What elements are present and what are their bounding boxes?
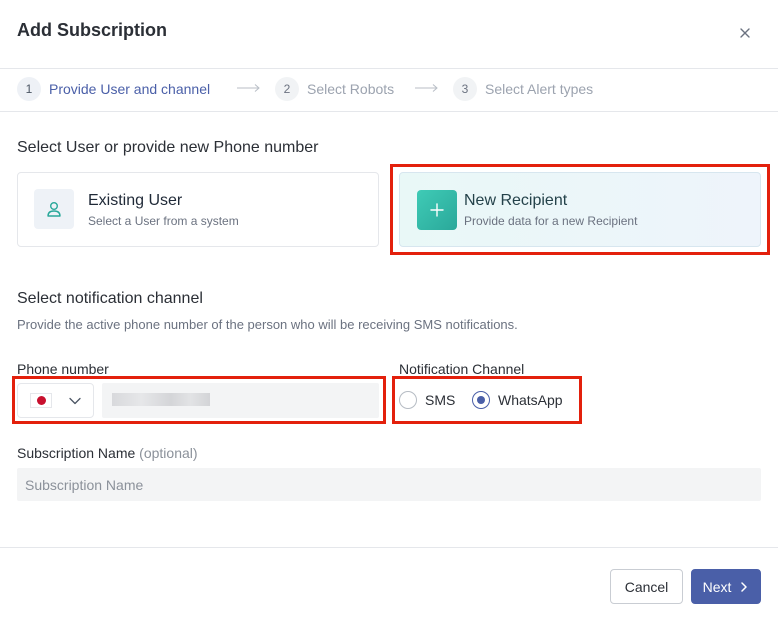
country-select[interactable] xyxy=(17,383,94,418)
step-1[interactable]: 1 Provide User and channel xyxy=(17,76,210,102)
optional-tag: (optional) xyxy=(139,445,198,461)
arrow-right-icon xyxy=(415,84,438,92)
existing-user-title: Existing User xyxy=(88,192,183,209)
existing-user-card[interactable]: Existing User Select a User from a syste… xyxy=(17,172,379,247)
stepper: 1 Provide User and channel 2 Select Robo… xyxy=(0,68,778,112)
notification-channel-label: Notification Channel xyxy=(399,361,525,377)
user-icon xyxy=(34,189,74,229)
arrow-right-icon xyxy=(237,84,260,92)
chevron-right-icon xyxy=(741,581,748,592)
channel-description: Provide the active phone number of the p… xyxy=(17,317,518,332)
next-button-label: Next xyxy=(702,578,732,595)
subscription-name-label: Subscription Name (optional) xyxy=(17,445,198,461)
channel-section-title: Select notification channel xyxy=(17,290,203,307)
radio-whatsapp[interactable]: WhatsApp xyxy=(472,391,563,409)
step-2[interactable]: 2 Select Robots xyxy=(275,76,394,102)
chevron-down-icon xyxy=(69,397,81,404)
plus-icon xyxy=(417,190,457,230)
step-label: Provide User and channel xyxy=(49,81,211,97)
new-recipient-title: New Recipient xyxy=(464,192,568,209)
dialog-title: Add Subscription xyxy=(17,20,167,40)
step-number: 1 xyxy=(17,77,41,101)
step-label: Select Alert types xyxy=(485,81,594,97)
phone-label: Phone number xyxy=(17,361,109,377)
subscription-name-label-text: Subscription Name xyxy=(17,445,136,461)
recipient-section-title: Select User or provide new Phone number xyxy=(17,139,319,156)
japan-flag-icon xyxy=(30,393,52,408)
redacted-phone-number xyxy=(112,393,210,406)
cancel-button-label: Cancel xyxy=(624,578,669,595)
radio-label-sms: SMS xyxy=(425,392,456,408)
step-number: 2 xyxy=(275,77,299,101)
radio-sms[interactable]: SMS xyxy=(399,391,455,409)
step-number: 3 xyxy=(453,77,477,101)
subscription-name-input[interactable] xyxy=(17,468,761,501)
close-icon[interactable] xyxy=(734,22,756,44)
new-recipient-subtitle: Provide data for a new Recipient xyxy=(464,214,638,228)
radio-label-whatsapp: WhatsApp xyxy=(498,392,563,408)
radio-button[interactable] xyxy=(472,391,490,409)
footer-divider xyxy=(0,547,778,548)
radio-button[interactable] xyxy=(399,391,417,409)
existing-user-subtitle: Select a User from a system xyxy=(88,214,239,228)
new-recipient-card[interactable]: New Recipient Provide data for a new Rec… xyxy=(399,172,761,247)
cancel-button[interactable]: Cancel xyxy=(610,569,683,604)
step-label: Select Robots xyxy=(307,81,395,97)
dialog-header: Add Subscription xyxy=(0,0,778,68)
step-3[interactable]: 3 Select Alert types xyxy=(453,76,593,102)
next-button[interactable]: Next xyxy=(691,569,761,604)
